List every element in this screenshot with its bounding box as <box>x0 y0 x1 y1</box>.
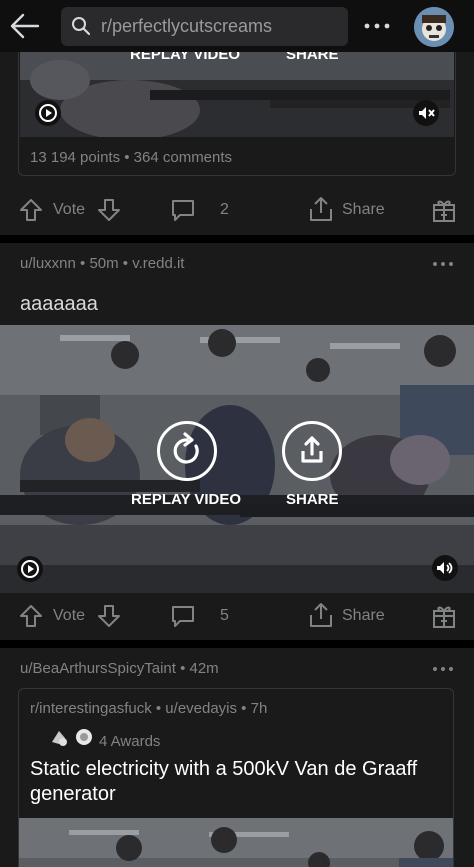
speaker-on-icon[interactable] <box>432 555 458 581</box>
crosspost-meta[interactable]: r/interestingasfuck • u/evedayis • 7h <box>30 700 267 717</box>
crosspost-thumbnail[interactable] <box>19 818 453 867</box>
ellipsis-icon[interactable] <box>362 14 392 38</box>
arrow-down-icon[interactable] <box>96 603 122 629</box>
share-icon[interactable] <box>308 195 334 223</box>
share-video-label[interactable]: SHARE <box>286 491 339 508</box>
share-button-label[interactable]: Share <box>342 607 385 625</box>
vote-label: Vote <box>53 607 86 624</box>
arrow-left-icon[interactable] <box>8 10 40 42</box>
replay-video-label[interactable]: REPLAY VIDEO <box>131 491 241 508</box>
award-icons <box>52 729 92 746</box>
top-bar <box>0 0 474 52</box>
post-meta[interactable]: u/luxxnn • 50m • v.redd.it <box>20 255 184 272</box>
card-separator <box>0 640 474 648</box>
comment-count[interactable]: 2 <box>220 201 229 219</box>
action-bar-1: Vote 2 Share <box>0 185 474 235</box>
speech-bubble-icon[interactable] <box>170 603 196 629</box>
share-video-icon[interactable] <box>282 421 342 481</box>
ellipsis-icon[interactable] <box>432 665 454 673</box>
post-title[interactable]: aaaaaaa <box>20 293 98 316</box>
video-badge-icon <box>17 556 43 582</box>
search-bar[interactable] <box>61 7 348 46</box>
replay-icon[interactable] <box>157 421 217 481</box>
gift-icon[interactable] <box>431 603 457 629</box>
search-input[interactable] <box>101 7 341 46</box>
post-meta[interactable]: u/BeaArthursSpicyTaint • 42m <box>20 660 219 677</box>
post-stats: 13 194 points • 364 comments <box>30 149 233 166</box>
video-frame-image <box>0 325 474 593</box>
speech-bubble-icon[interactable] <box>170 197 196 223</box>
comment-count[interactable]: 5 <box>220 607 229 625</box>
crosspost-card[interactable]: r/interestingasfuck • u/evedayis • 7h 4 … <box>18 688 454 867</box>
share-icon[interactable] <box>308 601 334 629</box>
card-separator <box>0 235 474 243</box>
gift-icon[interactable] <box>431 197 457 223</box>
share-button-label[interactable]: Share <box>342 201 385 219</box>
avatar[interactable] <box>414 7 454 47</box>
awards-count[interactable]: 4 Awards <box>99 733 160 750</box>
post-card-3[interactable]: u/BeaArthursSpicyTaint • 42m r/interesti… <box>0 648 474 867</box>
post-card-2[interactable]: u/luxxnn • 50m • v.redd.it aaaaaaa REPLA… <box>0 243 474 640</box>
search-icon <box>72 17 91 36</box>
arrow-down-icon[interactable] <box>96 197 122 223</box>
vote-label: Vote <box>53 201 86 218</box>
video-player[interactable]: REPLAY VIDEO SHARE <box>0 325 474 593</box>
ellipsis-icon[interactable] <box>432 260 454 268</box>
crosspost-title[interactable]: Static electricity with a 500kV Van de G… <box>30 757 440 807</box>
action-bar-2: Vote 5 Share <box>0 591 474 641</box>
arrow-up-icon[interactable] <box>18 603 44 629</box>
arrow-up-icon[interactable] <box>18 197 44 223</box>
